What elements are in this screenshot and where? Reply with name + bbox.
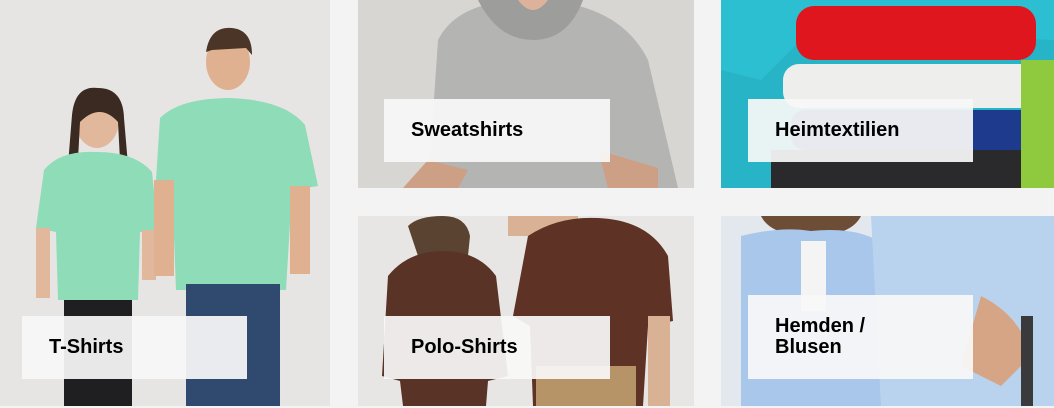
category-label: Hemden / Blusen xyxy=(748,295,973,379)
category-label: Sweatshirts xyxy=(384,99,610,162)
category-label: Polo-Shirts xyxy=(384,316,610,379)
category-tile-heimtextilien[interactable]: Heimtextilien xyxy=(721,0,1054,188)
category-tile-tshirts[interactable]: T-Shirts xyxy=(0,0,330,406)
category-label: T-Shirts xyxy=(22,316,247,379)
category-tile-hemden-blusen[interactable]: Hemden / Blusen xyxy=(721,216,1054,406)
category-tile-poloshirts[interactable]: Polo-Shirts xyxy=(358,216,694,406)
category-tile-sweatshirts[interactable]: Sweatshirts xyxy=(358,0,694,188)
category-label: Heimtextilien xyxy=(748,99,973,162)
